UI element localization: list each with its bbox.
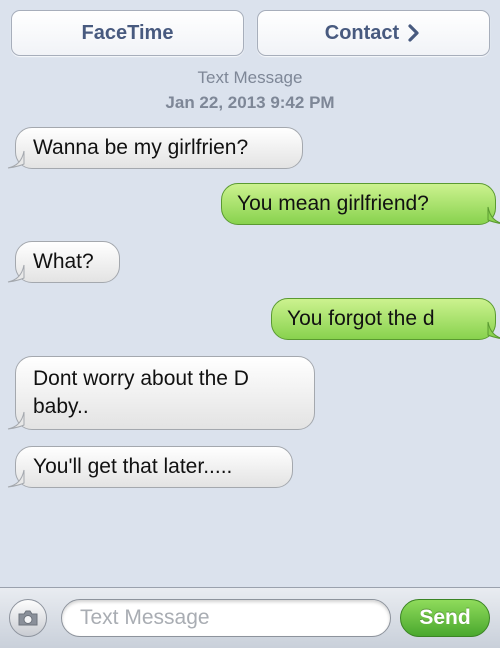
message-text: Dont worry about the D baby.. — [33, 367, 249, 418]
received-message-bubble: Wanna be my girlfrien? — [7, 127, 303, 169]
bubble-tail-icon — [7, 264, 25, 283]
message-text: Wanna be my girlfrien? — [33, 136, 249, 159]
camera-icon — [18, 610, 38, 626]
contact-label: Contact — [324, 21, 400, 44]
timestamp-label: Text Message — [197, 68, 303, 87]
bubble-tail-icon — [7, 469, 25, 488]
bubble-tail-icon — [7, 150, 25, 169]
facetime-button[interactable]: FaceTime — [11, 10, 244, 56]
bubble-tail-icon — [487, 321, 500, 339]
received-message-bubble: What? — [7, 241, 120, 283]
message-text: You forgot the d — [287, 307, 435, 330]
bubble-tail-icon — [487, 206, 500, 224]
contact-button[interactable]: Contact — [257, 10, 490, 56]
top-bar: FaceTime Contact — [0, 0, 500, 62]
received-message-bubble: Dont worry about the D baby.. — [7, 356, 315, 430]
message-text: What? — [33, 250, 94, 273]
message-text: You mean girlfriend? — [237, 192, 429, 215]
facetime-label: FaceTime — [81, 21, 174, 44]
chevron-right-icon — [406, 24, 422, 42]
message-text: You'll get that later..... — [33, 455, 233, 478]
sent-message-bubble: You mean girlfriend? — [221, 183, 500, 225]
received-message-bubble: You'll get that later..... — [7, 446, 293, 488]
bubble-tail-icon — [7, 411, 25, 430]
timestamp-date: Jan 22, 2013 9:42 PM — [165, 93, 335, 112]
send-button[interactable]: Send — [400, 599, 490, 637]
send-label: Send — [419, 606, 471, 629]
camera-button[interactable] — [9, 599, 47, 637]
message-input[interactable] — [61, 599, 391, 637]
sent-message-bubble: You forgot the d — [271, 298, 500, 340]
composer-bar: Send — [0, 587, 500, 648]
